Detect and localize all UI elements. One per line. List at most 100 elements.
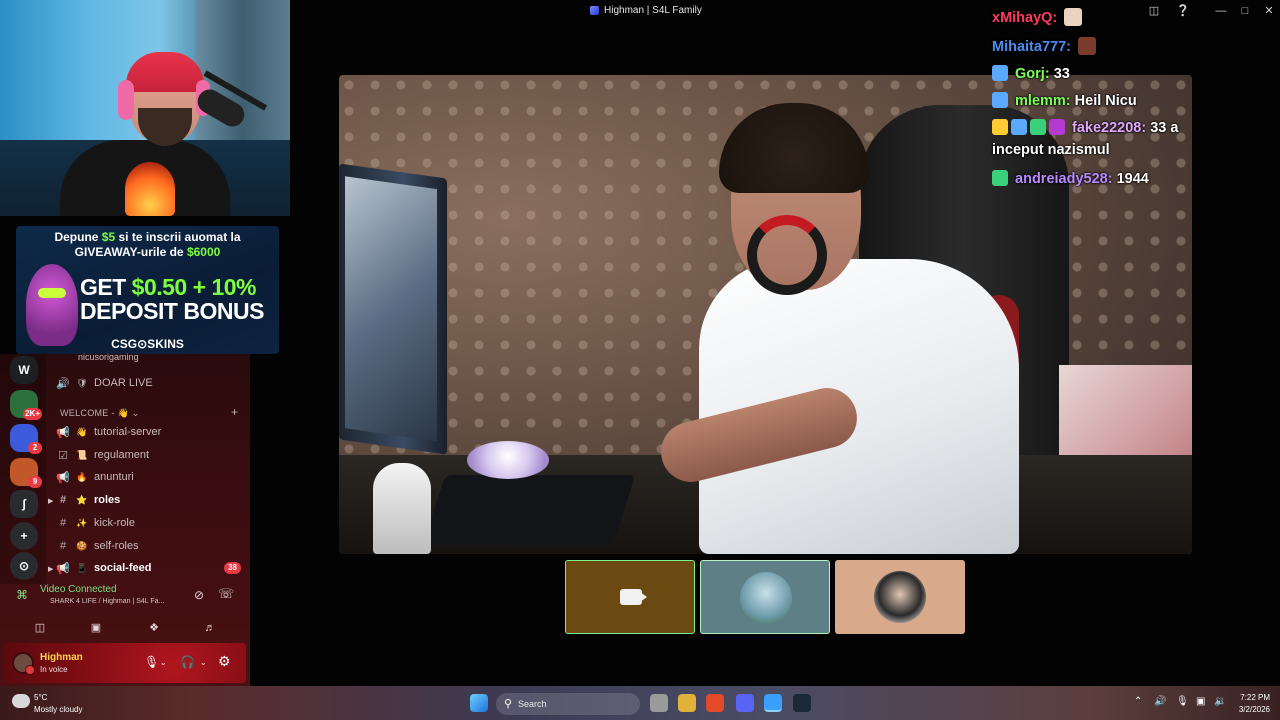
space-invader-badge-icon [992, 65, 1008, 81]
speaker-icon: 🔊 [56, 377, 70, 390]
chevron-down-icon[interactable]: ⌄ [200, 658, 207, 667]
clock-time: 7:22 PM [1240, 693, 1270, 702]
screen-share-icon[interactable]: ▣ [86, 618, 106, 638]
maximize-icon[interactable]: □ [1234, 2, 1256, 20]
server-icon[interactable]: 2K+ [10, 390, 42, 420]
volume-icon[interactable]: 🔊 [1154, 696, 1166, 707]
discover-icon[interactable]: ⊙ [10, 552, 38, 580]
chat-message: xMihayQ: [992, 8, 1083, 26]
add-server-icon[interactable]: + [10, 522, 38, 550]
weather-temperature[interactable]: 5°C [34, 693, 47, 702]
microphone-icon[interactable]: 🎙 [1176, 696, 1189, 707]
noise-suppression-icon[interactable]: ⊘ [194, 588, 204, 602]
gear-icon[interactable]: ⚙ [218, 653, 231, 670]
voice-user[interactable]: nicusorigaming [78, 347, 139, 367]
participant-tile[interactable] [835, 560, 965, 634]
participant-tile[interactable] [565, 560, 695, 634]
server-icon[interactable]: 9 [10, 458, 42, 488]
announcement-icon: 📢 [56, 562, 70, 575]
channel-social-feed[interactable]: 📢 📱 social-feed 38 [56, 558, 246, 578]
active-app-icon[interactable] [764, 694, 782, 712]
discord-icon[interactable] [736, 694, 754, 712]
server-icon[interactable]: ʃ [10, 490, 38, 518]
hashtag-icon: # [59, 494, 67, 506]
window-title-text: Highman | S4L Family [604, 5, 702, 16]
network-icon[interactable]: ▣ [1196, 696, 1205, 707]
announcement-icon: 📢 [56, 426, 70, 439]
chevron-down-icon[interactable]: ⌄ [160, 658, 167, 667]
category-welcome[interactable]: WELCOME - 👋 ⌄ [60, 408, 140, 419]
hashtag-icon: # [59, 517, 67, 529]
avatar [874, 571, 926, 623]
headphones-icon[interactable]: 🎧 [180, 655, 195, 669]
chevron-up-icon[interactable]: ⌃ [1134, 696, 1142, 707]
screen: Highman | S4L Family ◫ ❔ — □ ✕ Depune $5… [0, 0, 1280, 720]
server-icon[interactable]: 2 [10, 424, 42, 454]
channel-self-roles[interactable]: # 🍪 self-roles [56, 536, 139, 556]
avatar [740, 572, 792, 624]
voice-connection-panel: ⌘ Video Connected SHARK 4 LIFE / Highman… [4, 580, 246, 642]
camera-off-icon[interactable]: ◫ [30, 618, 50, 638]
expand-arrow-icon[interactable]: ▶ [48, 497, 53, 505]
close-icon[interactable]: ✕ [1258, 2, 1280, 20]
desk-microphone [373, 463, 431, 554]
channel-doar-live[interactable]: 🔊 🛡 DOAR LIVE [56, 373, 153, 393]
add-channel-icon[interactable]: + [231, 405, 238, 419]
chat-message: Mihaita777: [992, 37, 1097, 55]
search-icon: ⚲ [504, 698, 513, 710]
expand-arrow-icon[interactable]: ▶ [48, 565, 53, 573]
notification-badge: 2 [28, 442, 42, 454]
soundboard-icon[interactable]: ♬ [200, 618, 220, 638]
chat-message: mlemm: Heil Nicu [992, 92, 1137, 109]
disconnect-icon[interactable]: ☏ [218, 586, 234, 602]
sponsor-ad: Depune $5 si te inscrii auomat la GIVEAW… [16, 226, 279, 354]
participant-tile[interactable] [700, 560, 830, 634]
speaker-icon[interactable]: 🔉 [1214, 696, 1226, 707]
channel-regulament[interactable]: ☑ 📜 regulament [56, 445, 149, 465]
camera-off-icon [620, 589, 647, 605]
chat-message: Gorj: 33 [992, 65, 1070, 82]
channel-kick-role[interactable]: # ✨ kick-role [56, 513, 135, 533]
signal-icon[interactable]: ⌘ [16, 588, 28, 602]
server-rail: W 2K+ 2 9 ʃ + ⊙ [0, 354, 46, 584]
window-title: Highman | S4L Family [590, 5, 702, 16]
user-panel: Highman In voice 🎙 ⌄ 🎧 ⌄ ⚙ [4, 643, 246, 683]
channel-roles[interactable]: # ⭐ roles [56, 490, 120, 510]
inbox-icon[interactable]: ◫ [1143, 2, 1165, 20]
microphone-icon[interactable]: 🎙 [144, 655, 159, 669]
gift-badge-icon [1030, 119, 1046, 135]
task-view-icon[interactable] [650, 694, 668, 712]
voice-location[interactable]: SHARK 4 LIFE / Highman | S4L Fa... [50, 598, 164, 605]
user-status: In voice [40, 665, 68, 674]
file-explorer-icon[interactable] [678, 694, 696, 712]
search-input[interactable]: ⚲ Search [496, 693, 640, 715]
subscriber-badge-icon [1049, 119, 1065, 135]
weather-condition[interactable]: Mostly cloudy [34, 705, 82, 714]
chat-message: fake22208: 33 a [992, 119, 1178, 136]
cloud-icon[interactable] [12, 694, 30, 708]
face-emote-icon [1078, 37, 1097, 55]
avatar[interactable] [12, 652, 35, 675]
minimize-icon[interactable]: — [1210, 2, 1232, 20]
server-icon[interactable]: W [10, 356, 38, 384]
ad-brand: CSG⊙SKINS [111, 337, 184, 351]
channel-tutorial-server[interactable]: 📢 👋 tutorial-server [56, 422, 161, 442]
brave-browser-icon[interactable] [706, 694, 724, 712]
channel-anunturi[interactable]: 📢 🔥 anunturi [56, 467, 134, 487]
voice-status: Video Connected [40, 584, 117, 595]
activities-icon[interactable]: ❖ [144, 618, 164, 638]
flame-shirt-print [125, 162, 175, 216]
steam-icon[interactable] [793, 694, 811, 712]
cat-emote-icon [1064, 8, 1083, 26]
chat-message-continued: inceput nazismul [992, 142, 1110, 158]
ad-headline-1: GET $0.50 + 10% [80, 274, 256, 300]
help-icon[interactable]: ❔ [1172, 2, 1194, 20]
gift-badge-icon [992, 170, 1008, 186]
channel-list: nicusorigaming 🔊 🛡 DOAR LIVE WELCOME - 👋… [46, 352, 250, 584]
username[interactable]: Highman [40, 652, 83, 663]
notification-badge: 2K+ [23, 408, 42, 420]
hashtag-icon: # [59, 540, 67, 552]
system-clock[interactable]: 7:22 PM 3/2/2026 [1230, 693, 1270, 714]
start-menu-icon[interactable] [470, 694, 488, 712]
space-invader-badge-icon [1011, 119, 1027, 135]
